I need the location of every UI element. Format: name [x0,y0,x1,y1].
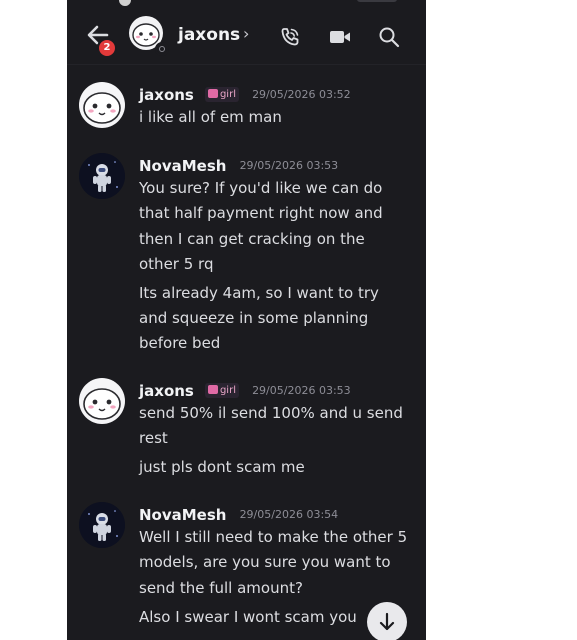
message-line: models, are you sure you want to [139,553,391,571]
message-line: send the full amount? [139,579,303,597]
cartoon-face-icon [83,92,121,124]
message-line: and squeeze in some planning [139,309,369,327]
message-line: You sure? If you'd like we can do [139,179,383,197]
message-line: that half payment right now and [139,204,383,222]
user-tag: girl [204,383,239,398]
astronaut-icon [79,153,125,199]
author-name[interactable]: NovaMesh [139,157,226,175]
status-indicators [357,0,397,2]
message-line: send 50% il send 100% and u send [139,404,403,422]
search-button[interactable] [378,26,400,48]
timestamp: 29/05/2026 03:52 [252,88,351,101]
jump-to-latest-button[interactable] [367,602,407,640]
message-header: NovaMesh 29/05/2026 03:53 [139,155,338,177]
astronaut-icon [79,502,125,548]
crown-icon [207,89,218,98]
status-dot-indicator [119,0,131,6]
message-line: Its already 4am, so I want to try [139,284,379,302]
chevron-right-icon[interactable]: › [243,24,249,43]
phone-screen: 2 jaxons › jaxons girl 29/05/2026 03:52 … [67,0,426,640]
avatar[interactable] [79,378,125,424]
user-tag-label: girl [219,89,236,100]
status-bar [67,0,426,8]
right-background [426,0,577,640]
crown-icon [207,385,218,394]
user-tag-label: girl [219,385,236,396]
message-line: just pls dont scam me [139,458,305,476]
author-name[interactable]: jaxons [139,86,194,104]
author-name[interactable]: NovaMesh [139,506,226,524]
message-line: rest [139,429,168,447]
offline-status-icon [155,42,169,56]
avatar[interactable] [79,82,125,128]
cartoon-face-icon [83,388,121,420]
search-icon [379,27,400,48]
call-button[interactable] [279,26,301,48]
message-line: i like all of em man [139,108,282,126]
author-name[interactable]: jaxons [139,382,194,400]
unread-badge: 2 [97,38,117,58]
timestamp: 29/05/2026 03:53 [239,159,339,172]
message-line: Well I still need to make the other 5 [139,528,408,546]
message-line: other 5 rq [139,255,214,273]
message-header: jaxons girl 29/05/2026 03:52 [139,84,351,106]
arrow-down-icon [379,612,395,631]
avatar[interactable] [79,502,125,548]
conversation-title[interactable]: jaxons [178,25,240,45]
timestamp: 29/05/2026 03:53 [252,384,351,397]
user-tag: girl [204,87,239,102]
message-list[interactable]: jaxons girl 29/05/2026 03:52 i like all … [67,64,426,640]
message-line: Also I swear I wont scam you [139,608,357,626]
message-line: then I can get cracking on the [139,230,365,248]
message-line: before bed [139,334,221,352]
video-camera-icon [330,31,350,43]
message-header: jaxons girl 29/05/2026 03:53 [139,380,351,402]
left-background [0,0,67,640]
video-call-button[interactable] [329,27,351,47]
timestamp: 29/05/2026 03:54 [239,508,339,521]
message-header: NovaMesh 29/05/2026 03:54 [139,504,338,526]
avatar[interactable] [79,153,125,199]
phone-call-icon [281,28,299,46]
chat-header: 2 jaxons › [67,8,426,65]
